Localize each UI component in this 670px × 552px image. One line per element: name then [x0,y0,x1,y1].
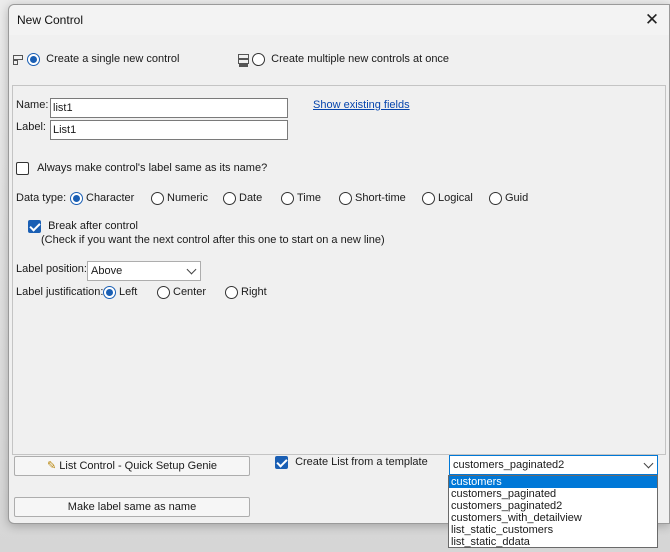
dropdown-item[interactable]: list_static_ddata [449,536,657,548]
show-existing-fields-link[interactable]: Show existing fields [313,99,410,111]
dropdown-item[interactable]: customers_with_detailview [449,512,657,524]
label-justification-label: Label justification: [16,286,104,298]
title-bar: New Control ✕ [9,5,669,35]
always-same-label-option[interactable]: Always make control's label same as its … [16,161,267,175]
make-label-same-button[interactable]: Make label same as name [14,497,250,517]
break-after-option[interactable]: Break after control [28,219,138,233]
data-type-numeric-radio[interactable] [151,191,164,205]
data-type-short-time-radio[interactable] [339,191,352,205]
data-type-character-radio[interactable] [70,191,83,205]
justification-left[interactable]: Left [103,285,137,299]
chevron-down-icon [643,458,654,469]
data-type-numeric-label: Numeric [167,192,208,205]
multiple-controls-option[interactable]: Create multiple new controls at once [237,52,449,66]
break-after-label: Break after control [48,220,138,233]
justification-center[interactable]: Center [157,285,206,299]
multiple-controls-radio[interactable] [252,52,266,66]
data-type-date-radio[interactable] [223,191,236,205]
data-type-character[interactable]: Character [70,191,134,205]
dropdown-item[interactable]: list_static_customers [449,524,657,536]
data-type-short-time[interactable]: Short-time [339,191,406,205]
dropdown-item[interactable]: customers [449,476,657,488]
data-type-guid-radio[interactable] [489,191,502,205]
break-after-checkbox[interactable] [28,219,41,233]
label-label: Label: [16,121,46,133]
dropdown-item[interactable]: customers_paginated [449,488,657,500]
justification-right-label: Right [241,286,267,299]
quick-setup-genie-label: List Control - Quick Setup Genie [59,460,218,472]
template-select[interactable]: customers_paginated2 [449,455,658,475]
template-select-value: customers_paginated2 [453,459,565,471]
data-type-character-label: Character [86,192,135,205]
create-from-template-checkbox[interactable] [275,455,288,469]
label-field[interactable]: List1 [50,120,288,140]
single-control-option[interactable]: Create a single new control [12,52,179,66]
always-same-label-text: Always make control's label same as its … [37,162,268,175]
data-type-guid[interactable]: Guid [489,191,528,205]
close-icon[interactable]: ✕ [641,9,663,31]
data-type-label: Data type: [16,192,67,204]
single-control-label: Create a single new control [46,53,180,66]
chevron-down-icon [186,264,197,275]
data-type-logical-radio[interactable] [422,191,435,205]
data-type-time[interactable]: Time [281,191,321,205]
data-type-logical-label: Logical [438,192,473,205]
single-control-radio[interactable] [27,52,41,66]
data-type-guid-label: Guid [505,192,529,205]
data-type-logical[interactable]: Logical [422,191,473,205]
justification-right[interactable]: Right [225,285,267,299]
name-label: Name: [16,99,49,111]
dropdown-item[interactable]: customers_paginated2 [449,500,657,512]
justification-center-label: Center [173,286,207,299]
name-field[interactable]: list1 [50,98,288,118]
multiple-controls-label: Create multiple new controls at once [271,53,450,66]
window-title: New Control [17,13,84,27]
data-type-time-radio[interactable] [281,191,294,205]
new-control-dialog: New Control ✕ Create a single new contro… [8,4,670,524]
wand-icon: ✎ [46,460,57,472]
data-type-time-label: Time [297,192,322,205]
justification-center-radio[interactable] [157,285,170,299]
template-dropdown-list[interactable]: customers customers_paginated customers_… [448,475,658,548]
data-type-date-label: Date [239,192,263,205]
multiple-controls-icon [237,53,249,65]
always-same-label-checkbox[interactable] [16,161,29,175]
data-type-short-time-label: Short-time [355,192,406,205]
label-position-label: Label position: [16,263,87,275]
label-position-value: Above [91,265,123,277]
single-control-icon [12,53,24,66]
create-from-template-option[interactable]: Create List from a template [275,455,428,469]
justification-right-radio[interactable] [225,285,238,299]
justification-left-label: Left [119,286,138,299]
quick-setup-genie-button[interactable]: ✎ List Control - Quick Setup Genie [14,456,250,476]
justification-left-radio[interactable] [103,285,116,299]
break-after-hint: (Check if you want the next control afte… [41,234,385,246]
data-type-date[interactable]: Date [223,191,262,205]
create-from-template-label: Create List from a template [295,456,428,469]
label-position-select[interactable]: Above [87,261,201,281]
data-type-numeric[interactable]: Numeric [151,191,208,205]
